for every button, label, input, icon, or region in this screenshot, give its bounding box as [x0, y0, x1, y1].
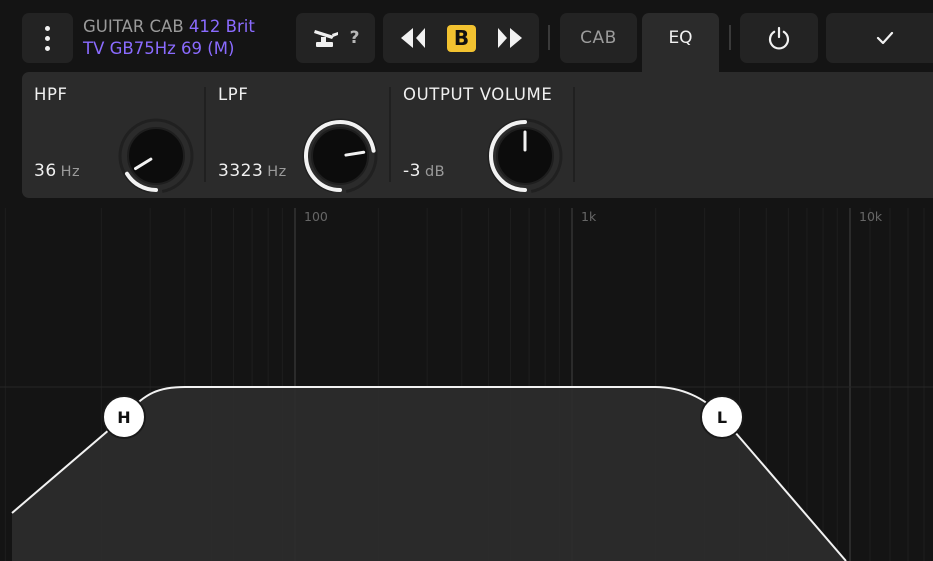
lpf-knob[interactable]	[300, 116, 380, 196]
lpf-node-label: L	[717, 408, 727, 427]
hpf-node-label: H	[117, 408, 130, 427]
block-title: GUITAR CAB 412 Brit TV GB75Hz 69 (M)	[83, 16, 283, 60]
power-icon	[768, 26, 790, 50]
output-volume-knob[interactable]	[485, 116, 565, 196]
freq-label-10k: 10k	[859, 209, 883, 224]
menu-button[interactable]	[22, 13, 73, 63]
tab-cab[interactable]: CAB	[560, 13, 637, 63]
toolbar-divider	[729, 25, 731, 50]
param-value: 36 Hz	[34, 161, 80, 181]
param-label: OUTPUT VOLUME	[403, 85, 553, 104]
hpf-node[interactable]: H	[102, 395, 146, 439]
block-category: GUITAR CAB	[83, 17, 184, 36]
param-value-unit: Hz	[267, 164, 287, 180]
toolbar-divider	[548, 25, 550, 50]
param-label: HPF	[34, 85, 68, 104]
param-output-volume: OUTPUT VOLUME -3 dB	[391, 72, 574, 198]
param-value-number: 3323	[218, 161, 264, 181]
footswitch-icon	[313, 30, 338, 47]
param-value-number: 36	[34, 161, 57, 181]
param-value-unit: Hz	[60, 164, 81, 180]
param-value-number: -3	[403, 161, 421, 181]
param-value: -3 dB	[403, 161, 445, 181]
vertical-dots-icon	[45, 25, 50, 51]
freq-label-1k: 1k	[581, 209, 597, 224]
parameter-panel: HPF 36 Hz LPF 3323 Hz OUTPUT VOLUME -3 dB	[22, 72, 933, 198]
knob-body	[311, 127, 369, 185]
cab-eq-editor: GUITAR CAB 412 Brit TV GB75Hz 69 (M) ? B…	[0, 0, 933, 561]
param-value: 3323 Hz	[218, 161, 287, 181]
block-model-line1: 412 Brit	[188, 17, 255, 36]
param-hpf: HPF 36 Hz	[22, 72, 205, 198]
freq-label-100: 100	[304, 209, 328, 224]
param-lpf: LPF 3323 Hz	[206, 72, 389, 198]
eq-response-graph[interactable]: 100 1k 10k H L	[0, 198, 933, 561]
param-label: LPF	[218, 85, 249, 104]
footswitch-assign-button[interactable]: ?	[296, 13, 375, 63]
tab-eq[interactable]: EQ	[642, 13, 719, 72]
confirm-button[interactable]	[826, 13, 933, 63]
knob-body	[127, 127, 185, 185]
hpf-knob[interactable]	[116, 116, 196, 196]
lpf-node[interactable]: L	[700, 395, 744, 439]
checkmark-icon	[876, 31, 894, 45]
footswitch-hint: ?	[349, 28, 360, 48]
ab-compare-group: B	[383, 13, 539, 63]
block-model-line2: TV GB75Hz 69 (M)	[83, 39, 235, 58]
param-value-unit: dB	[424, 164, 446, 180]
next-icon[interactable]	[496, 26, 524, 50]
previous-icon[interactable]	[399, 26, 427, 50]
param-divider	[573, 87, 575, 182]
bypass-button[interactable]	[740, 13, 818, 63]
ab-toggle[interactable]: B	[447, 24, 476, 52]
